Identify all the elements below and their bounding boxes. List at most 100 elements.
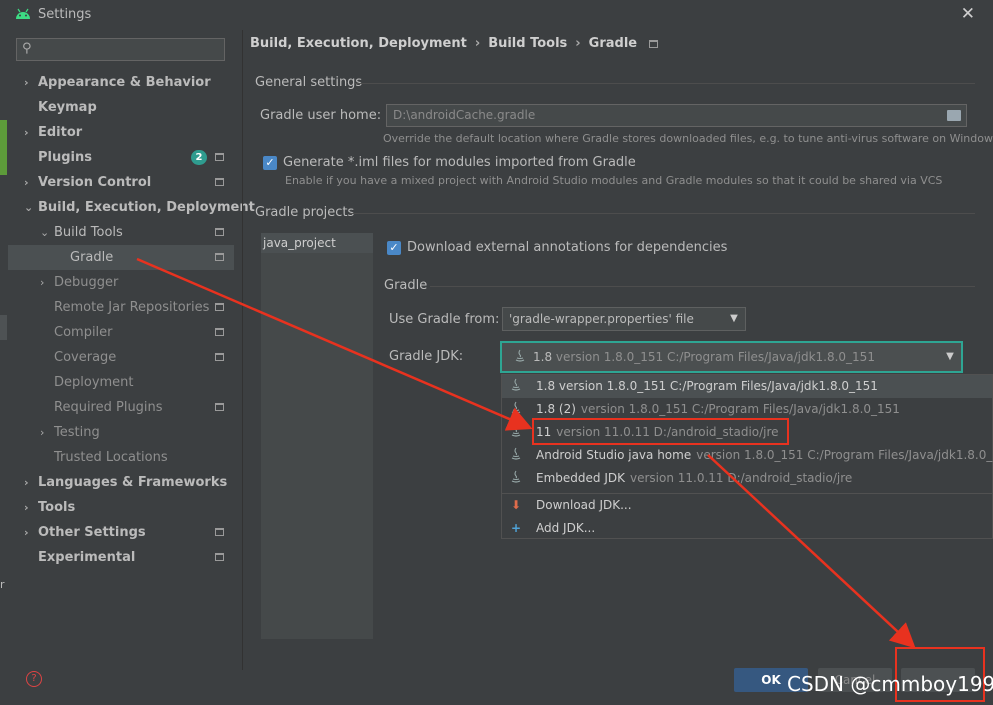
sidebar-item-label: Coverage <box>54 350 117 365</box>
jdk-option[interactable]: Android Studio java home version 1.8.0_15… <box>502 444 993 467</box>
gradle-jdk-select[interactable]: 1.8 version 1.8.0_151 C:/Program Files/J… <box>500 341 963 373</box>
project-scope-icon <box>215 328 224 336</box>
sidebar-item[interactable]: Compiler <box>8 320 234 345</box>
java-icon <box>510 421 522 444</box>
section-title-gradle: Gradle <box>384 278 428 293</box>
project-scope-icon <box>215 178 224 186</box>
chevron-right-icon[interactable]: › <box>24 70 29 95</box>
sidebar-item[interactable]: Plugins 2 <box>8 145 234 170</box>
sidebar-item[interactable]: › Testing <box>8 420 234 445</box>
help-icon[interactable]: ? <box>26 671 42 687</box>
gradle-jdk-dropdown: 1.8 version 1.8.0_151 C:/Program Files/J… <box>501 374 993 539</box>
download-icon: ⬇ <box>510 498 522 512</box>
jdk-option[interactable]: 1.8 version 1.8.0_151 C:/Program Files/J… <box>502 375 992 398</box>
settings-search[interactable]: ⚲ <box>16 38 225 61</box>
project-scope-icon <box>215 353 224 361</box>
sidebar-item[interactable]: › Tools <box>8 495 234 520</box>
sidebar-item-label: Required Plugins <box>54 400 163 415</box>
sidebar-item-label: Debugger <box>54 275 119 290</box>
sidebar-item-label: Trusted Locations <box>54 450 168 465</box>
chevron-right-icon[interactable]: › <box>40 270 44 295</box>
sidebar-item-label: Compiler <box>54 325 113 340</box>
sidebar-item-label: Keymap <box>38 100 97 115</box>
sidebar-item-label: Testing <box>54 425 100 440</box>
chevron-right-icon[interactable]: › <box>24 120 29 145</box>
project-scope-icon <box>215 403 224 411</box>
sidebar-item-label: Appearance & Behavior <box>38 75 211 90</box>
jdk-option[interactable]: Embedded JDK version 11.0.11 D:/android_s… <box>502 467 992 490</box>
gradle-user-home-hint: Override the default location where Grad… <box>383 132 993 145</box>
sidebar-item-label: Languages & Frameworks <box>38 475 228 490</box>
sidebar-item-label: Build, Execution, Deployment <box>38 200 255 215</box>
sidebar-item[interactable]: Trusted Locations <box>8 445 234 470</box>
close-icon[interactable]: ✕ <box>961 4 975 24</box>
list-item[interactable]: java_project <box>261 233 373 253</box>
chevron-right-icon[interactable]: › <box>40 420 44 445</box>
project-scope-icon <box>215 253 224 261</box>
download-annotations-label: Download external annotations for depend… <box>407 240 728 255</box>
jdk-option-detail: version 1.8.0_151 C:/Program Files/Java/… <box>580 402 900 416</box>
sidebar-item[interactable]: Experimental <box>8 545 234 570</box>
chevron-down-icon: ▼ <box>946 351 954 362</box>
section-title-general: General settings <box>255 75 363 90</box>
sidebar-item[interactable]: Required Plugins <box>8 395 234 420</box>
update-count-badge: 2 <box>191 150 207 165</box>
sidebar-item[interactable]: › Debugger <box>8 270 234 295</box>
download-annotations-checkbox[interactable]: ✓ <box>387 241 401 255</box>
chevron-right-icon[interactable]: › <box>24 470 29 495</box>
gradle-jdk-label: Gradle JDK: <box>389 349 464 364</box>
settings-sidebar: ⚲ › Appearance & Behavior Keymap › Editor Plu… <box>8 30 255 670</box>
annotation-highlight-jdk11 <box>532 418 789 445</box>
use-gradle-from-label: Use Gradle from: <box>389 312 500 327</box>
divider <box>242 30 243 670</box>
gradle-jdk-name: 1.8 <box>533 350 553 364</box>
sidebar-item[interactable]: › Appearance & Behavior <box>8 70 234 95</box>
breadcrumb-item: Build, Execution, Deployment <box>250 36 467 51</box>
project-scope-icon <box>215 153 224 161</box>
sidebar-item[interactable]: › Other Settings <box>8 520 234 545</box>
separator <box>430 286 975 287</box>
use-gradle-from-select[interactable]: 'gradle-wrapper.properties' file ▼ <box>502 307 746 331</box>
java-icon <box>510 444 522 467</box>
chevron-right-icon: › <box>575 36 581 51</box>
chevron-right-icon[interactable]: › <box>24 170 29 195</box>
separator <box>350 213 975 214</box>
search-input[interactable] <box>39 41 219 58</box>
sidebar-item[interactable]: › Editor <box>8 120 234 145</box>
sidebar-item[interactable]: › Version Control <box>8 170 234 195</box>
add-jdk-action[interactable]: + Add JDK... <box>502 517 992 540</box>
gradle-user-home-field[interactable]: D:\androidCache.gradle <box>386 104 967 127</box>
sidebar-item[interactable]: Keymap <box>8 95 234 120</box>
sidebar-item[interactable]: Coverage <box>8 345 234 370</box>
chevron-right-icon[interactable]: › <box>24 520 29 545</box>
sidebar-item-label: Experimental <box>38 550 136 565</box>
chevron-down-icon[interactable]: ⌄ <box>24 195 33 220</box>
project-scope-icon <box>215 228 224 236</box>
jdk-option-name: Android Studio java home <box>536 448 692 462</box>
sidebar-item-label: Tools <box>38 500 76 515</box>
sidebar-item[interactable]: Deployment <box>8 370 234 395</box>
java-icon <box>510 375 522 398</box>
project-scope-icon <box>649 39 659 48</box>
sidebar-item-label: Gradle <box>70 250 114 265</box>
generate-iml-label: Generate *.iml files for modules importe… <box>283 155 636 170</box>
jdk-option-name: 1.8 (2) <box>536 402 576 416</box>
search-icon: ⚲ <box>22 41 32 56</box>
download-jdk-action[interactable]: ⬇ Download JDK... <box>502 494 992 517</box>
chevron-right-icon: › <box>474 36 481 51</box>
gradle-projects-list[interactable]: java_project <box>261 233 373 639</box>
jdk-option-name: Embedded JDK <box>536 471 625 485</box>
sidebar-item[interactable]: Remote Jar Repositories <box>8 295 234 320</box>
folder-icon[interactable] <box>947 110 961 121</box>
title-bar: Settings ✕ <box>0 0 993 30</box>
chevron-right-icon[interactable]: › <box>24 495 29 520</box>
sidebar-item[interactable]: ⌄ Build Tools <box>8 220 234 245</box>
chevron-down-icon[interactable]: ⌄ <box>40 220 49 245</box>
sidebar-item[interactable]: › Languages & Frameworks <box>8 470 234 495</box>
breadcrumb-item: Build Tools <box>488 36 568 51</box>
sidebar-item-label: Build Tools <box>54 225 123 240</box>
sidebar-item[interactable]: ⌄ Build, Execution, Deployment <box>8 195 255 220</box>
generate-iml-checkbox[interactable]: ✓ <box>263 156 277 170</box>
sidebar-item[interactable]: Gradle <box>8 245 234 270</box>
breadcrumb: Build, Execution, Deployment › Build Too… <box>250 36 659 51</box>
